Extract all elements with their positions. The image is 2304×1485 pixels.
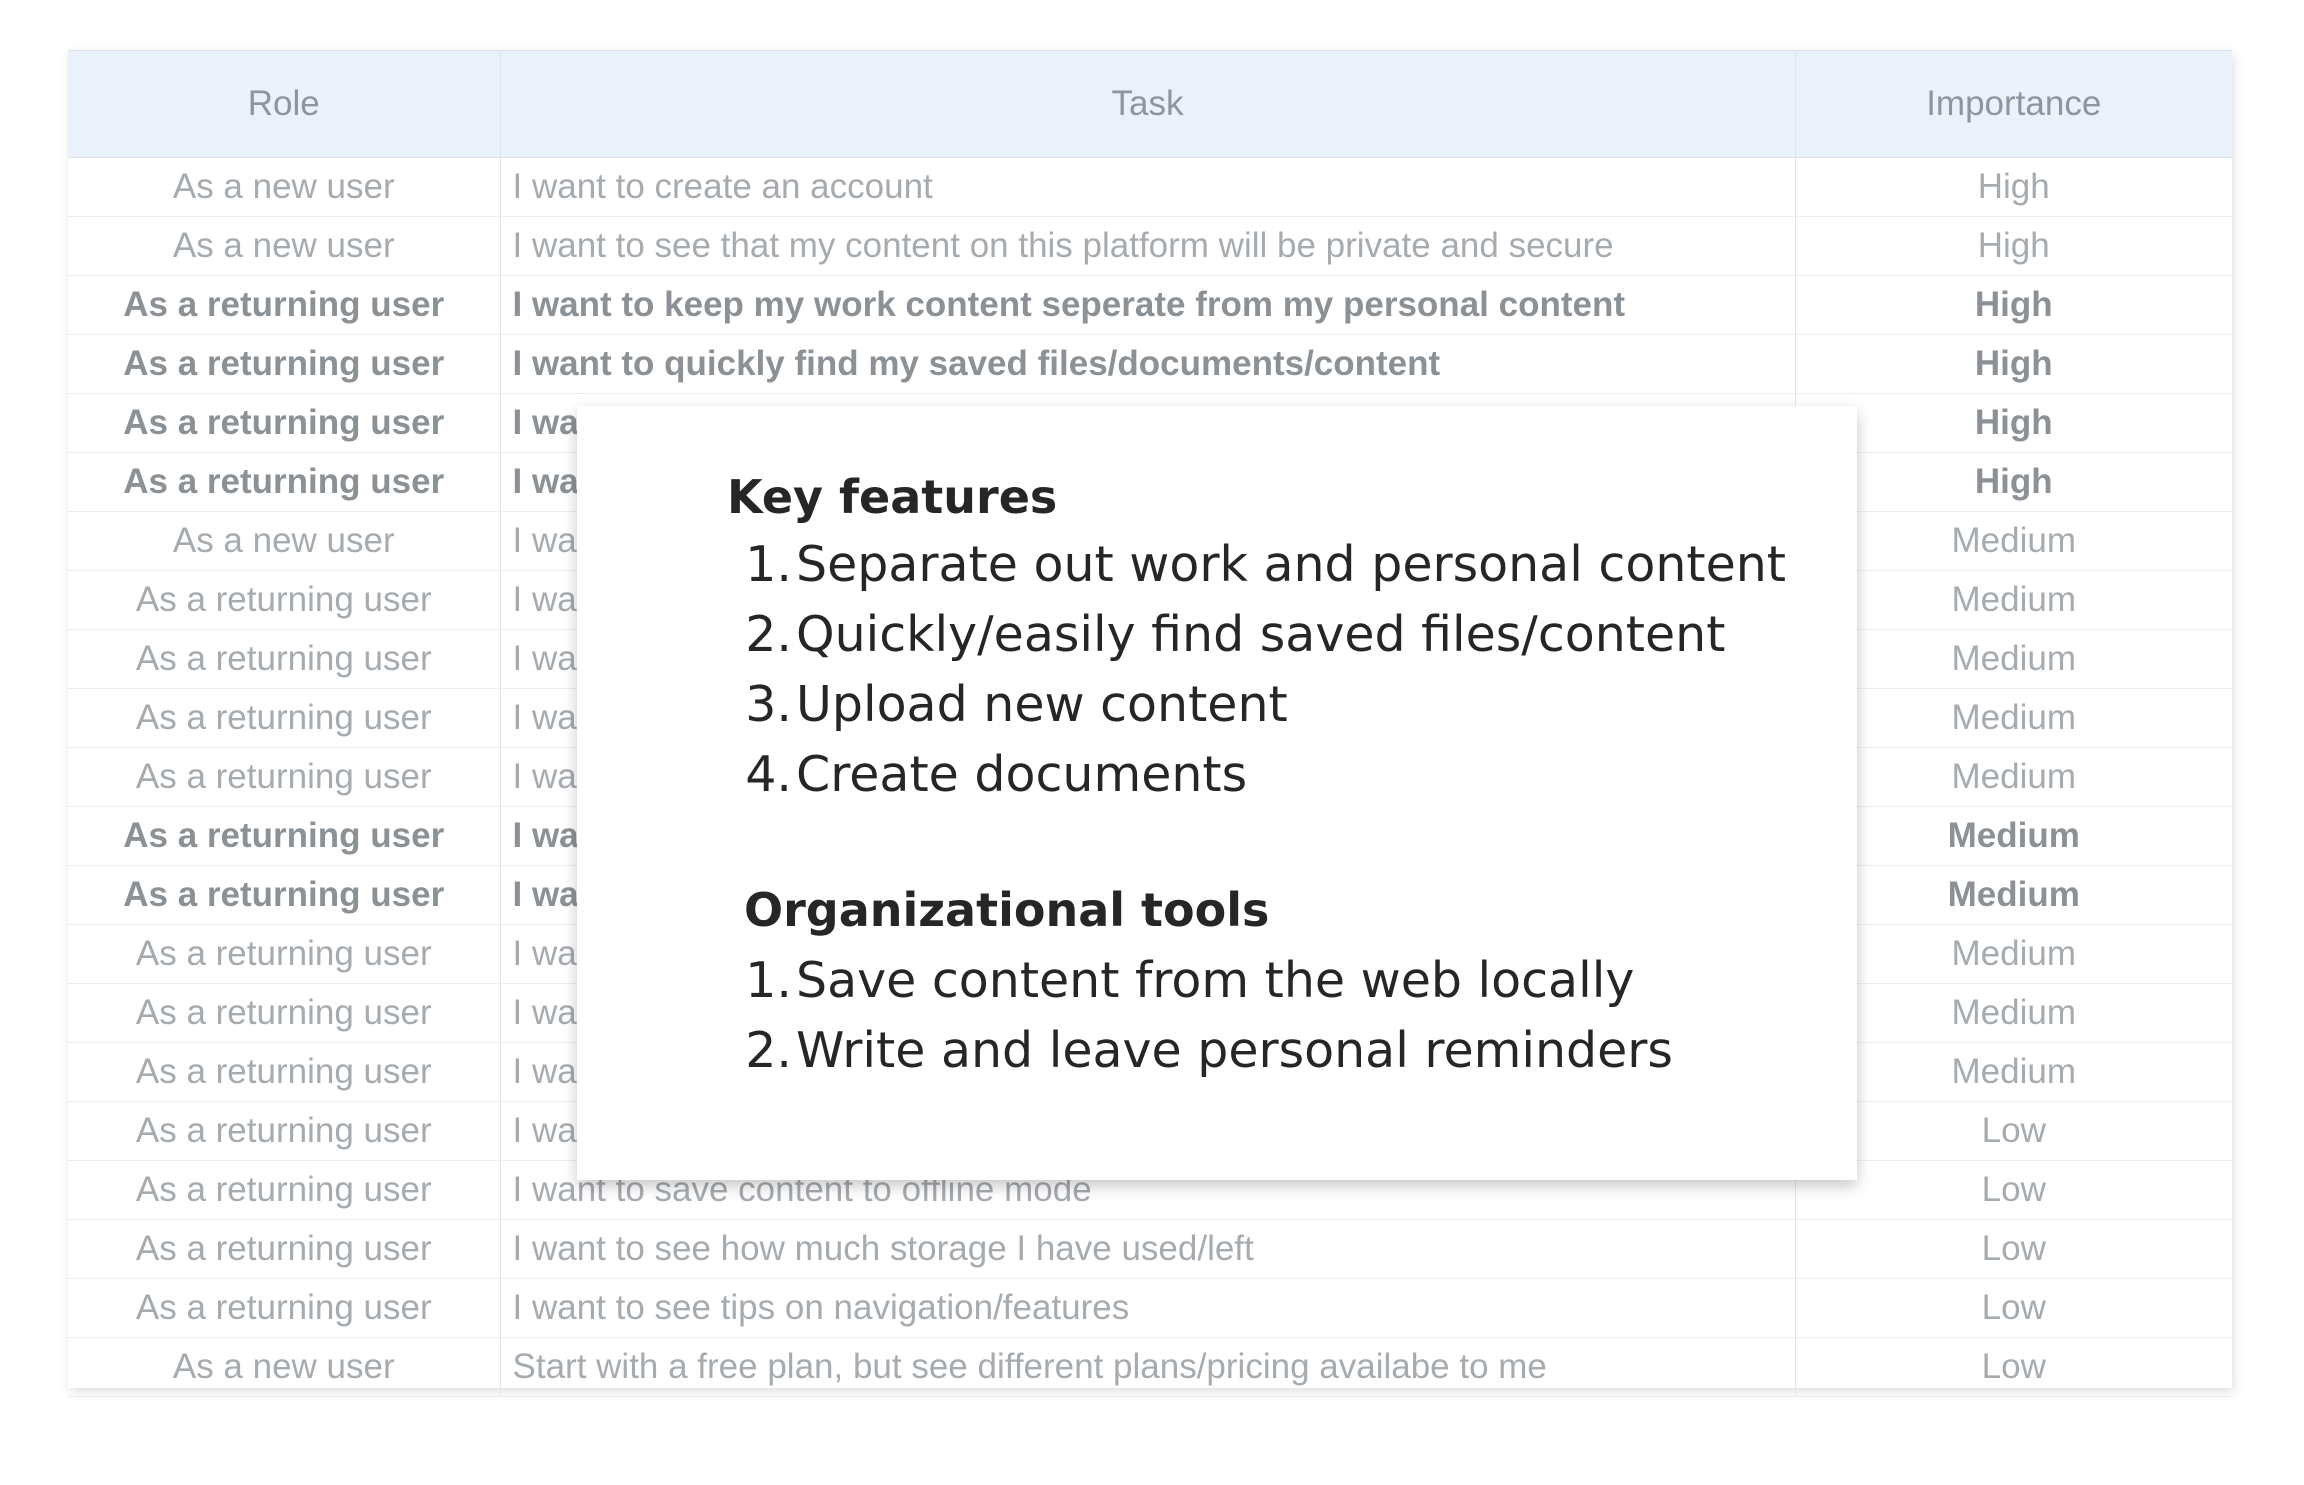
cell-task: I want to see tips on navigation/feature… <box>499 1278 1795 1338</box>
cell-role: As a returning user <box>68 688 500 748</box>
key-feature-item-number: 4. <box>745 746 792 803</box>
cell-task: I want to create an account <box>499 157 1795 217</box>
table-row: As a returning user I want to keep my wor… <box>68 275 2232 335</box>
organizational-tools-heading: Organizational tools <box>744 883 1270 937</box>
cell-importance: Medium <box>1794 806 2232 866</box>
cell-role: As a returning user <box>68 393 500 453</box>
cell-role: As a returning user <box>68 334 500 394</box>
cell-importance: Medium <box>1794 865 2232 925</box>
organizational-tool-item-text: Save content from the web locally <box>796 952 1635 1009</box>
cell-role: As a returning user <box>68 1219 500 1279</box>
cell-importance: Low <box>1794 1219 2232 1279</box>
cell-role: As a returning user <box>68 1278 500 1338</box>
cell-role: As a new user <box>68 1337 500 1397</box>
table-row: As a new user I want to see that my conte… <box>68 216 2232 276</box>
cell-role: As a returning user <box>68 275 500 335</box>
cell-importance: High <box>1794 216 2232 276</box>
cell-role: As a returning user <box>68 865 500 925</box>
key-feature-item-text: Create documents <box>796 746 1248 803</box>
key-feature-item: 2.Quickly/easily find saved files/conten… <box>740 600 1786 670</box>
cell-importance: High <box>1794 452 2232 512</box>
cell-role: As a returning user <box>68 1160 500 1220</box>
header-role: Role <box>68 51 500 158</box>
organizational-tool-item-number: 2. <box>745 1022 792 1079</box>
cell-importance: Medium <box>1794 511 2232 571</box>
cell-importance: Low <box>1794 1337 2232 1397</box>
organizational-tool-item: 2.Write and leave personal reminders <box>740 1016 1673 1086</box>
organizational-tool-item-number: 1. <box>745 952 792 1009</box>
key-feature-item: 1.Separate out work and personal content <box>740 530 1786 600</box>
table-row: As a returning user I want to quickly fin… <box>68 334 2232 394</box>
cell-task: I want to keep my work content seperate … <box>499 275 1795 335</box>
cell-importance: Low <box>1794 1101 2232 1161</box>
cell-role: As a returning user <box>68 570 500 630</box>
cell-role: As a returning user <box>68 924 500 984</box>
cell-importance: Medium <box>1794 1042 2232 1102</box>
table-row: As a returning user I want to see how muc… <box>68 1219 2232 1279</box>
cell-task: I want to see that my content on this pl… <box>499 216 1795 276</box>
cell-importance: High <box>1794 157 2232 217</box>
cell-task: I want to see how much storage I have us… <box>499 1219 1795 1279</box>
cell-role: As a returning user <box>68 1042 500 1102</box>
key-feature-item-number: 2. <box>745 606 792 663</box>
cell-task: I want to quickly find my saved files/do… <box>499 334 1795 394</box>
cell-importance: Medium <box>1794 688 2232 748</box>
cell-role: As a returning user <box>68 629 500 689</box>
cell-importance: Medium <box>1794 629 2232 689</box>
key-feature-item-text: Upload new content <box>796 676 1288 733</box>
cell-role: As a returning user <box>68 983 500 1043</box>
cell-role: As a returning user <box>68 452 500 512</box>
cell-importance: High <box>1794 275 2232 335</box>
key-feature-item-text: Quickly/easily find saved files/content <box>796 606 1726 663</box>
organizational-tool-item-text: Write and leave personal reminders <box>796 1022 1673 1079</box>
table-row: As a new user I want to create an account… <box>68 157 2232 217</box>
organizational-tool-item: 1.Save content from the web locally <box>740 946 1673 1016</box>
table-row: As a returning user I want to see tips on… <box>68 1278 2232 1338</box>
cell-role: As a returning user <box>68 747 500 807</box>
cell-importance: Medium <box>1794 983 2232 1043</box>
cell-importance: Medium <box>1794 924 2232 984</box>
cell-importance: Low <box>1794 1160 2232 1220</box>
key-features-list: 1.Separate out work and personal content… <box>740 530 1786 810</box>
header-importance: Importance <box>1794 51 2232 158</box>
cell-role: As a new user <box>68 216 500 276</box>
table-row: As a new user Start with a free plan, but… <box>68 1337 2232 1397</box>
cell-importance: High <box>1794 334 2232 394</box>
cell-role: As a returning user <box>68 1101 500 1161</box>
cell-importance: Medium <box>1794 570 2232 630</box>
cell-role: As a new user <box>68 157 500 217</box>
cell-role: As a returning user <box>68 806 500 866</box>
table-header-row: Role Task Importance <box>68 51 2232 158</box>
organizational-tools-list: 1.Save content from the web locally 2.Wri… <box>740 946 1673 1086</box>
features-summary-card: Key features 1.Separate out work and per… <box>577 406 1857 1180</box>
cell-importance: Low <box>1794 1278 2232 1338</box>
cell-role: As a new user <box>68 511 500 571</box>
key-feature-item: 3.Upload new content <box>740 670 1786 740</box>
key-feature-item-number: 3. <box>745 676 792 733</box>
header-task: Task <box>499 51 1795 158</box>
key-features-heading: Key features <box>727 470 1058 524</box>
cell-task: Start with a free plan, but see differen… <box>499 1337 1795 1397</box>
key-feature-item: 4.Create documents <box>740 740 1786 810</box>
cell-importance: Medium <box>1794 747 2232 807</box>
key-feature-item-number: 1. <box>745 536 792 593</box>
cell-importance: High <box>1794 393 2232 453</box>
key-feature-item-text: Separate out work and personal content <box>796 536 1787 593</box>
